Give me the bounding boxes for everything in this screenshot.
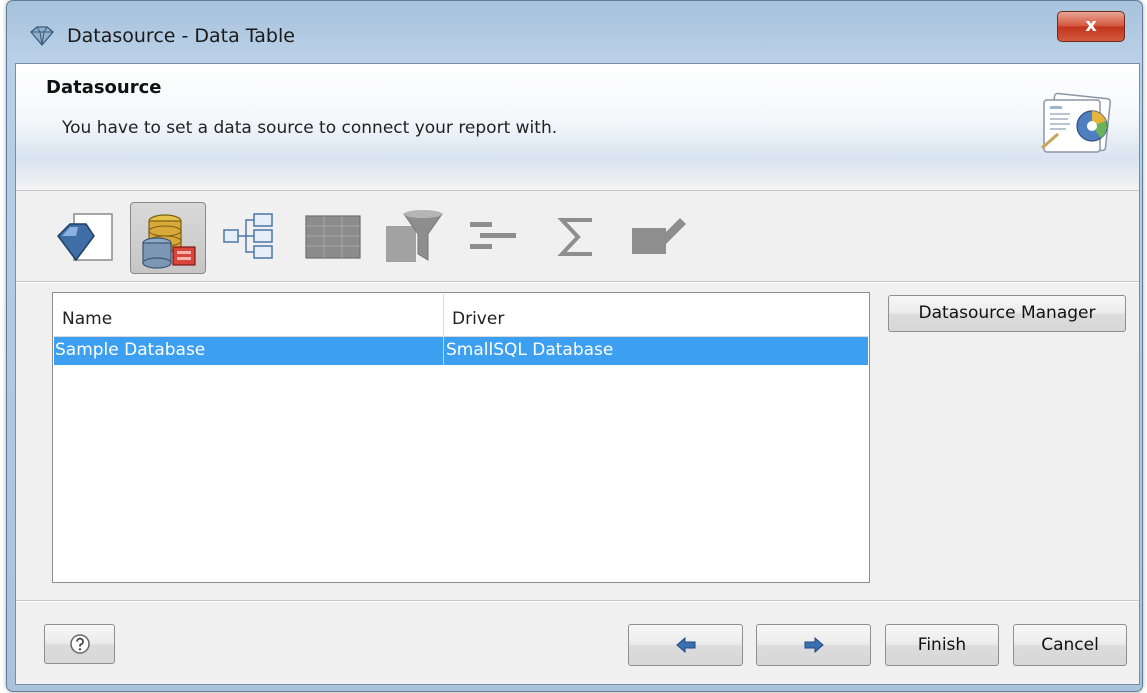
table-header: Name Driver bbox=[54, 294, 868, 337]
page-description: You have to set a data source to connect… bbox=[62, 118, 558, 138]
window-title: Datasource - Data Table bbox=[67, 25, 295, 47]
step-edit[interactable] bbox=[622, 202, 698, 274]
step-tree[interactable] bbox=[212, 202, 288, 274]
align-step-icon bbox=[470, 222, 516, 249]
diamond-step-icon bbox=[57, 213, 113, 262]
help-button[interactable] bbox=[44, 624, 115, 664]
step-align[interactable] bbox=[458, 202, 534, 274]
step-diamond[interactable] bbox=[52, 202, 128, 274]
cell-name: Sample Database bbox=[54, 337, 444, 365]
arrow-left-icon bbox=[675, 637, 695, 653]
sigma-step-icon bbox=[557, 218, 592, 256]
datasource-manager-button[interactable]: Datasource Manager bbox=[888, 295, 1126, 332]
tree-step-icon bbox=[223, 213, 273, 259]
cell-driver: SmallSQL Database bbox=[446, 340, 614, 360]
next-button[interactable] bbox=[756, 624, 871, 666]
step-database[interactable] bbox=[130, 202, 206, 274]
wizard-steps bbox=[52, 202, 692, 282]
dialog-window: Datasource - Data Table x Datasource You… bbox=[6, 0, 1143, 692]
database-step-icon bbox=[142, 214, 196, 269]
title-bar[interactable]: Datasource - Data Table x bbox=[7, 1, 1142, 71]
back-button[interactable] bbox=[628, 624, 743, 666]
report-wizard-icon bbox=[1041, 92, 1112, 153]
table-row-selected[interactable]: Sample Database SmallSQL Database bbox=[54, 337, 868, 365]
separator-bottom bbox=[16, 600, 1139, 602]
step-table[interactable] bbox=[294, 202, 370, 274]
column-header-name[interactable]: Name bbox=[54, 294, 444, 336]
datasource-table[interactable]: Name Driver Sample Database SmallSQL Dat… bbox=[52, 292, 870, 583]
wizard-header: Datasource You have to set a data source… bbox=[16, 64, 1139, 191]
close-button[interactable]: x bbox=[1057, 11, 1125, 42]
finish-button[interactable]: Finish bbox=[885, 624, 999, 666]
edit-step-icon bbox=[632, 218, 686, 254]
column-header-driver[interactable]: Driver bbox=[444, 294, 870, 336]
step-sigma[interactable] bbox=[540, 202, 616, 274]
diamond-icon bbox=[30, 26, 54, 47]
arrow-right-icon bbox=[804, 637, 824, 653]
filter-step-icon bbox=[386, 210, 443, 262]
step-filter[interactable] bbox=[376, 202, 452, 274]
page-title: Datasource bbox=[46, 77, 162, 98]
table-step-icon bbox=[305, 215, 361, 259]
dialog-content: Datasource You have to set a data source… bbox=[15, 63, 1140, 685]
help-icon bbox=[69, 634, 90, 654]
cancel-button[interactable]: Cancel bbox=[1013, 624, 1127, 666]
separator-top bbox=[16, 281, 1139, 283]
